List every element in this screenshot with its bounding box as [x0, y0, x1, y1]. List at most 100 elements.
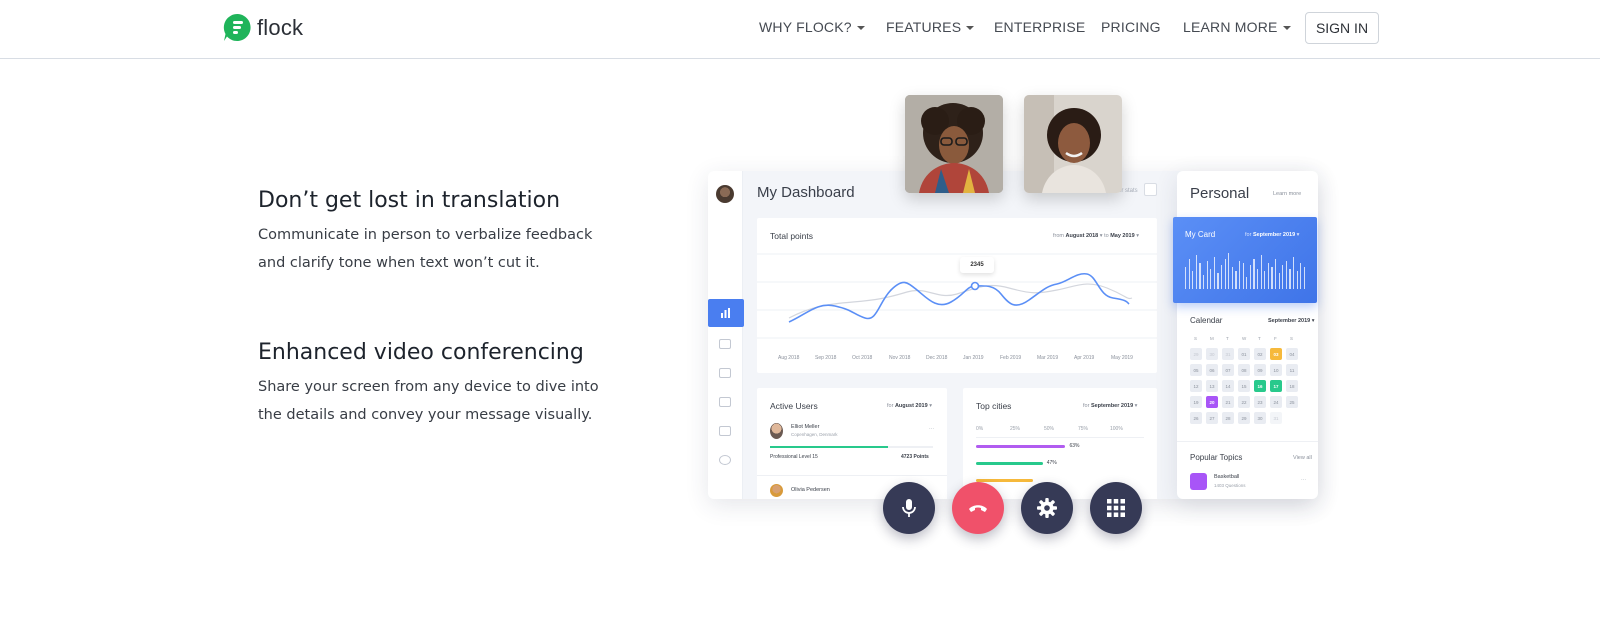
weekday-label: F	[1274, 336, 1277, 341]
calendar-day[interactable]: 19	[1190, 396, 1202, 408]
gear-icon	[719, 455, 731, 465]
my-card: My Card for September 2019 ▾	[1173, 217, 1317, 303]
nav-learn-more[interactable]: LEARN MORE	[1183, 19, 1291, 35]
avatar	[770, 484, 783, 497]
microphone-button[interactable]	[883, 482, 935, 534]
feature-body-line: the details and convey your message visu…	[258, 407, 593, 423]
calendar-day[interactable]: 14	[1222, 380, 1234, 392]
calendar-day[interactable]: 02	[1254, 348, 1266, 360]
chart-tooltip: 2345	[960, 257, 994, 273]
calendar-day[interactable]: 27	[1206, 412, 1218, 424]
view-all-link[interactable]: View all	[1293, 455, 1312, 461]
calendar-day[interactable]: 29	[1190, 348, 1202, 360]
more-icon[interactable]: ···	[1301, 477, 1306, 483]
topic-name: Basketball	[1214, 474, 1240, 480]
calendar-day[interactable]: 09	[1254, 364, 1266, 376]
calendar-day[interactable]: 23	[1254, 396, 1266, 408]
calendar-day[interactable]: 31	[1270, 412, 1282, 424]
calendar-day[interactable]: 16	[1254, 380, 1266, 392]
spark-bar	[1242, 263, 1244, 289]
nav-why-flock[interactable]: WHY FLOCK?	[759, 19, 865, 35]
person-curly-hair-image	[905, 95, 1003, 193]
x-tick-label: Nov 2018	[889, 355, 911, 361]
active-users-card: Active Users for August 2019 ▾ Elliot Me…	[757, 388, 947, 499]
city-bar	[976, 462, 1043, 465]
nav-pricing[interactable]: PRICING	[1101, 19, 1161, 35]
calendar-day[interactable]: 12	[1190, 380, 1202, 392]
feature-body-line: Share your screen from any device to div…	[258, 379, 599, 395]
calendar-day[interactable]: 05	[1190, 364, 1202, 376]
total-points-line-chart	[757, 253, 1157, 339]
headphones-icon	[1190, 473, 1207, 490]
dashboard-sidebar	[708, 171, 744, 499]
sign-in-button[interactable]: SIGN IN	[1305, 12, 1379, 44]
weekday-label: T	[1258, 336, 1261, 341]
calendar-day[interactable]: 06	[1206, 364, 1218, 376]
spark-bar	[1199, 263, 1201, 289]
calendar-day[interactable]: 01	[1238, 348, 1250, 360]
dashboard-title: My Dashboard	[757, 184, 855, 201]
calendar-day[interactable]: 07	[1222, 364, 1234, 376]
spark-bar	[1221, 265, 1223, 289]
flock-logo[interactable]: flock	[223, 13, 303, 42]
calendar-day[interactable]: 08	[1238, 364, 1250, 376]
avatar	[770, 423, 783, 439]
spark-bar	[1267, 263, 1269, 289]
settings-button[interactable]	[1021, 482, 1073, 534]
avatar	[716, 185, 734, 203]
nav-features[interactable]: FEATURES	[886, 19, 975, 35]
spark-bar	[1239, 261, 1241, 289]
calendar-day[interactable]: 17	[1270, 380, 1282, 392]
spark-bar	[1264, 271, 1266, 289]
basket-icon	[719, 368, 731, 378]
calendar-day[interactable]: 10	[1270, 364, 1282, 376]
calendar-day[interactable]: 11	[1286, 364, 1298, 376]
user-name: Olivia Pedersen	[791, 487, 830, 493]
calendar-day[interactable]: 31	[1222, 348, 1234, 360]
popular-topics-title: Popular Topics	[1190, 453, 1243, 462]
calendar-month: September 2019 ▾	[1268, 318, 1315, 324]
spark-bar	[1185, 267, 1187, 289]
calendar-day[interactable]: 18	[1286, 380, 1298, 392]
calendar-day[interactable]: 26	[1190, 412, 1202, 424]
feature-body: Share your screen from any device to div…	[258, 373, 618, 429]
keypad-button[interactable]	[1090, 482, 1142, 534]
hang-up-button[interactable]	[952, 482, 1004, 534]
spark-bar	[1257, 269, 1259, 289]
spark-bar	[1192, 271, 1194, 289]
top-cities-card: Top cities for September 2019 ▾ 0% 25% 5…	[963, 388, 1157, 499]
spark-bar	[1293, 257, 1295, 289]
calendar-day[interactable]: 30	[1254, 412, 1266, 424]
calendar-day[interactable]: 28	[1222, 412, 1234, 424]
my-card-period: for September 2019 ▾	[1245, 232, 1300, 238]
calendar-day[interactable]: 25	[1286, 396, 1298, 408]
city-bar	[976, 479, 1033, 482]
calendar-day[interactable]: 29	[1238, 412, 1250, 424]
calendar-day[interactable]: 24	[1270, 396, 1282, 408]
more-icon[interactable]: ···	[929, 426, 934, 432]
personal-title: Personal	[1190, 185, 1250, 202]
calendar-day[interactable]: 03	[1270, 348, 1282, 360]
calendar-title: Calendar	[1190, 316, 1223, 325]
spark-bar	[1206, 261, 1208, 289]
calendar-day[interactable]: 21	[1222, 396, 1234, 408]
city-bar-label: 63%	[1069, 443, 1080, 449]
learn-more-link[interactable]: Learn more	[1273, 191, 1301, 197]
calendar-day[interactable]: 30	[1206, 348, 1218, 360]
scale-label: 0%	[976, 426, 984, 432]
calendar-day[interactable]: 15	[1238, 380, 1250, 392]
nav-enterprise[interactable]: ENTERPRISE	[994, 19, 1085, 35]
calendar-day[interactable]: 22	[1238, 396, 1250, 408]
calendar-day[interactable]: 13	[1206, 380, 1218, 392]
calendar-day[interactable]: 20	[1206, 396, 1218, 408]
calendar-day[interactable]: 04	[1286, 348, 1298, 360]
for-value: August 2019	[894, 403, 928, 409]
feature-title: Enhanced video conferencing	[258, 340, 584, 365]
feature-video-conferencing: Enhanced video conferencing Share your s…	[258, 340, 618, 429]
feature-body-line: and clarify tone when text won’t cut it.	[258, 255, 540, 271]
spark-bar	[1278, 273, 1280, 289]
nav-label: PRICING	[1101, 19, 1161, 35]
scale-label: 50%	[1044, 426, 1055, 432]
city-bar-label: 47%	[1046, 460, 1057, 466]
user-level: Professional Level 15	[770, 454, 818, 460]
